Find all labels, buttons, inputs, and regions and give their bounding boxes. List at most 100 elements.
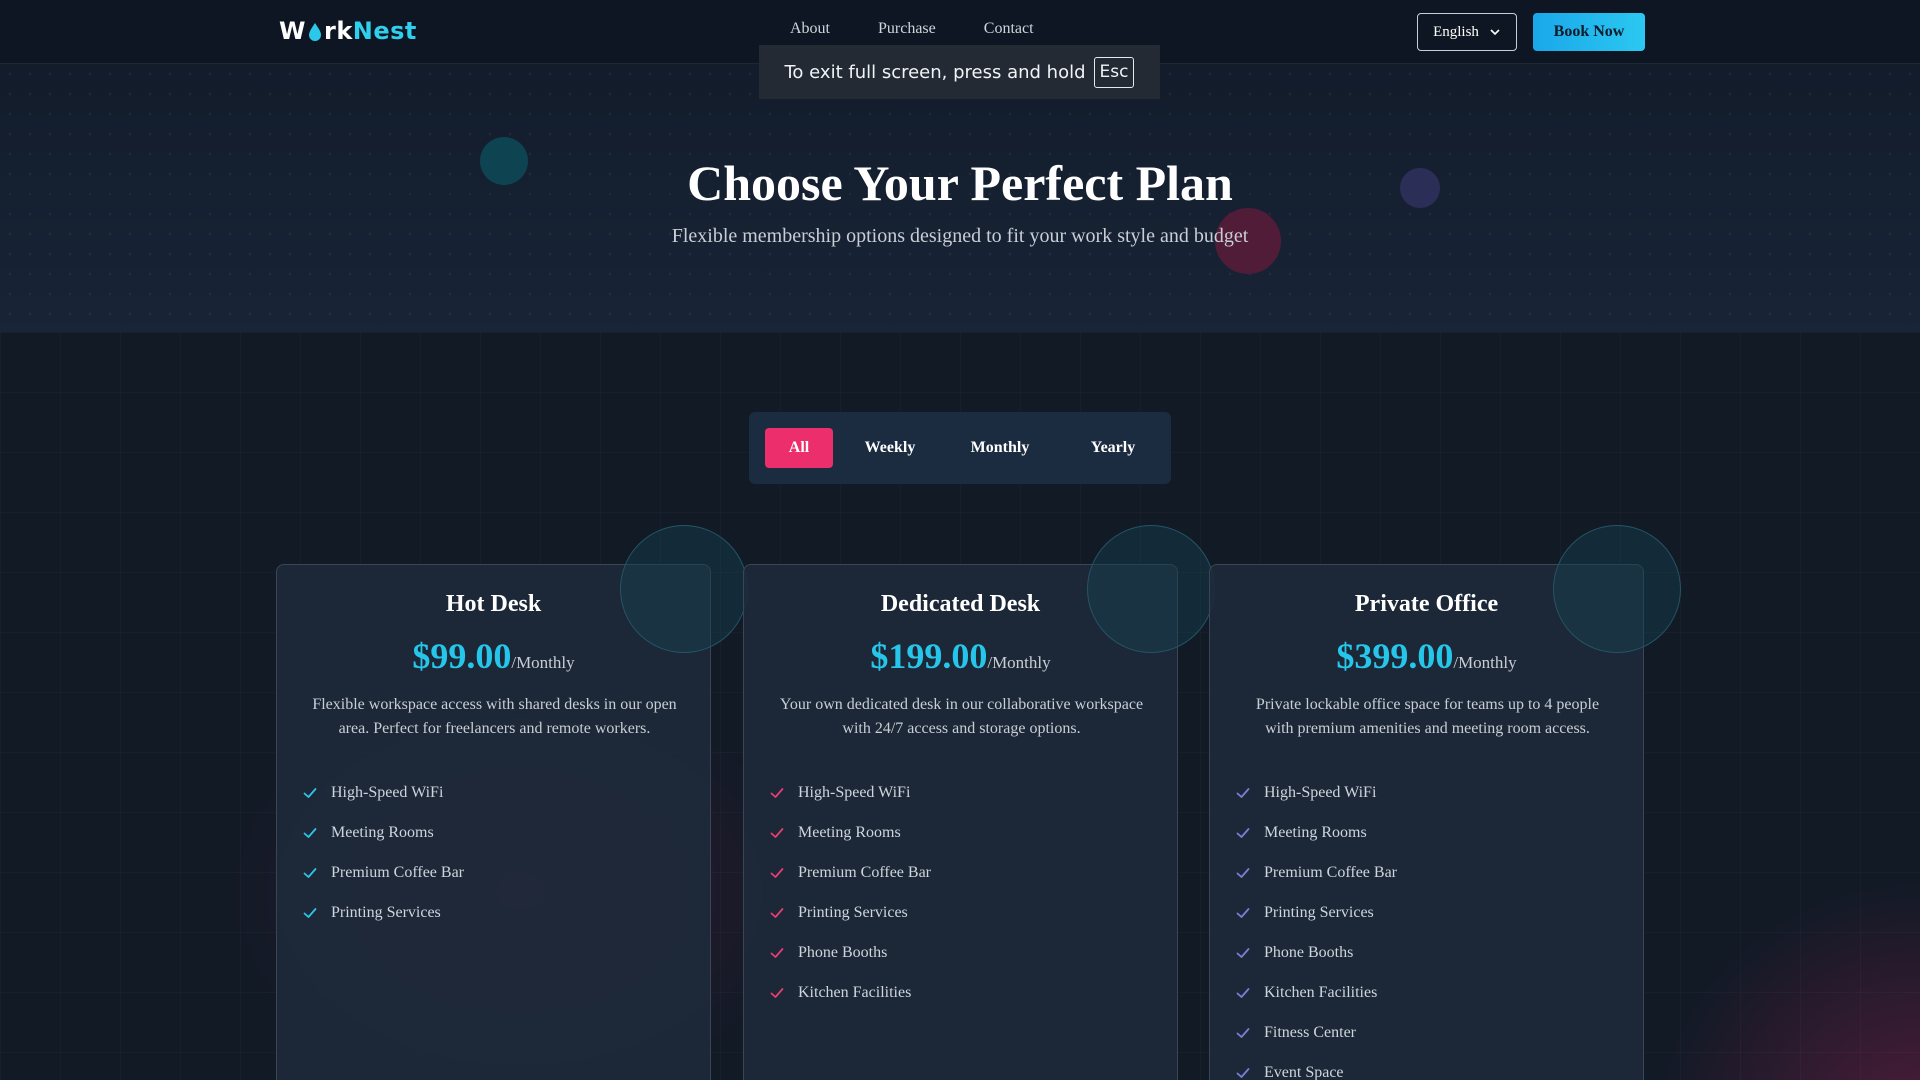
plan-feature-label: Phone Booths [798, 944, 888, 961]
plan-price-amount: $199.00 [870, 636, 988, 676]
plan-feature-item: Printing Services [768, 893, 931, 933]
plan-price-amount: $99.00 [412, 636, 512, 676]
plan-description: Private lockable office space for teams … [1255, 696, 1600, 737]
checkmark-icon [1236, 828, 1250, 838]
plan-feature-label: Meeting Rooms [331, 824, 434, 841]
plan-feature-label: Kitchen Facilities [798, 984, 912, 1001]
plan-feature-item: Fitness Center [1234, 1013, 1397, 1053]
plan-feature-label: Event Space [1264, 1064, 1344, 1080]
plan-feature-item: Meeting Rooms [768, 813, 931, 853]
checkmark-icon [770, 948, 784, 958]
filter-yearly-button[interactable]: Yearly [1069, 428, 1157, 468]
plan-feature-item: Meeting Rooms [301, 813, 464, 853]
checkmark-icon [770, 828, 784, 838]
logo-text-w: W [279, 17, 306, 45]
filter-all-button[interactable]: All [765, 428, 833, 468]
plan-price: $99.00/Monthly [277, 635, 710, 677]
plan-card-private-office[interactable]: Private Office $399.00/Monthly Private l… [1209, 525, 1681, 1080]
checkmark-icon [770, 988, 784, 998]
plan-feature-item: Premium Coffee Bar [768, 853, 931, 893]
plan-feature-label: Printing Services [798, 904, 908, 921]
plan-feature-item: Event Space [1234, 1053, 1397, 1080]
plan-description: Flexible workspace access with shared de… [312, 696, 677, 737]
page-title: Choose Your Perfect Plan [687, 155, 1233, 211]
checkmark-icon [303, 868, 317, 878]
checkmark-icon [770, 788, 784, 798]
logo-text-rk: rk [323, 17, 353, 45]
plan-feature-item: High-Speed WiFi [1234, 773, 1397, 813]
toast-message: To exit full screen, press and hold [784, 61, 1086, 83]
checkmark-icon [1236, 908, 1250, 918]
fullscreen-exit-toast: To exit full screen, press and hold Esc [759, 45, 1160, 99]
checkmark-icon [1236, 988, 1250, 998]
checkmark-icon [1236, 1068, 1250, 1078]
plan-feature-label: Premium Coffee Bar [1264, 864, 1398, 881]
decorative-ring [620, 525, 748, 653]
hero-section: Choose Your Perfect Plan Flexible member… [0, 64, 1920, 332]
plan-description: Your own dedicated desk in our collabora… [779, 696, 1144, 737]
plan-name: Private Office [1354, 591, 1499, 617]
checkmark-icon [303, 908, 317, 918]
page-subtitle: Flexible membership options designed to … [671, 225, 1249, 247]
plan-period-filter: All Weekly Monthly Yearly [749, 412, 1171, 484]
plan-features-list: High-Speed WiFi Meeting Rooms Premium Coff… [768, 773, 931, 1013]
plan-feature-label: Meeting Rooms [1264, 824, 1367, 841]
plan-feature-item: Kitchen Facilities [768, 973, 931, 1013]
checkmark-icon [1236, 1028, 1250, 1038]
book-now-button[interactable]: Book Now [1533, 13, 1645, 51]
checkmark-icon [770, 908, 784, 918]
checkmark-icon [1236, 788, 1250, 798]
decorative-ring [1553, 525, 1681, 653]
plan-card-dedicated-desk[interactable]: Dedicated Desk $199.00/Monthly Your own … [743, 525, 1215, 1080]
plan-price: $399.00/Monthly [1210, 635, 1643, 677]
plan-feature-label: Kitchen Facilities [1264, 984, 1378, 1001]
plan-feature-label: Printing Services [1264, 904, 1374, 921]
plan-feature-label: Premium Coffee Bar [331, 864, 465, 881]
plan-feature-label: Printing Services [331, 904, 441, 921]
checkmark-icon [1236, 948, 1250, 958]
plan-price-amount: $399.00 [1336, 636, 1454, 676]
plan-features-list: High-Speed WiFi Meeting Rooms Premium Coff… [301, 773, 464, 933]
main-nav: About Purchase Contact [790, 20, 1034, 38]
worknest-logo[interactable]: W rk Nest [279, 14, 417, 48]
plan-feature-label: Phone Booths [1264, 944, 1354, 961]
decorative-ring [1087, 525, 1215, 653]
language-select[interactable]: English [1417, 13, 1517, 51]
plan-name: Hot Desk [445, 591, 542, 617]
plan-name: Dedicated Desk [880, 591, 1041, 617]
plan-feature-item: Premium Coffee Bar [301, 853, 464, 893]
filter-monthly-button[interactable]: Monthly [947, 428, 1053, 468]
plan-feature-item: Phone Booths [1234, 933, 1397, 973]
chevron-down-icon [1490, 29, 1500, 36]
filter-weekly-button[interactable]: Weekly [849, 428, 931, 468]
plan-price: $199.00/Monthly [744, 635, 1177, 677]
plan-feature-item: High-Speed WiFi [768, 773, 931, 813]
plan-price-period: /Monthly [511, 653, 575, 672]
language-select-value: English [1433, 23, 1479, 40]
plan-card-hot-desk[interactable]: Hot Desk $99.00/Monthly Flexible workspa… [276, 525, 748, 1080]
plan-feature-item: Printing Services [1234, 893, 1397, 933]
nav-link-about[interactable]: About [790, 20, 830, 38]
plan-feature-item: Phone Booths [768, 933, 931, 973]
plan-features-list: High-Speed WiFi Meeting Rooms Premium Coff… [1234, 773, 1397, 1080]
plan-feature-label: High-Speed WiFi [1264, 784, 1377, 801]
plan-price-period: /Monthly [987, 653, 1051, 672]
logo-text-nest: Nest [352, 17, 417, 45]
checkmark-icon [303, 788, 317, 798]
logo-droplet-icon [308, 23, 321, 41]
plan-feature-label: Meeting Rooms [798, 824, 901, 841]
plan-price-period: /Monthly [1453, 653, 1517, 672]
plan-feature-label: Premium Coffee Bar [798, 864, 932, 881]
plan-feature-item: Printing Services [301, 893, 464, 933]
plan-feature-label: High-Speed WiFi [331, 784, 444, 801]
nav-link-contact[interactable]: Contact [984, 20, 1034, 38]
plan-feature-item: Kitchen Facilities [1234, 973, 1397, 1013]
plan-feature-item: Premium Coffee Bar [1234, 853, 1397, 893]
plan-feature-item: High-Speed WiFi [301, 773, 464, 813]
plan-feature-item: Meeting Rooms [1234, 813, 1397, 853]
nav-link-purchase[interactable]: Purchase [878, 20, 936, 38]
plan-feature-label: Fitness Center [1264, 1024, 1356, 1041]
checkmark-icon [770, 868, 784, 878]
checkmark-icon [1236, 868, 1250, 878]
esc-key-hint: Esc [1093, 56, 1135, 88]
